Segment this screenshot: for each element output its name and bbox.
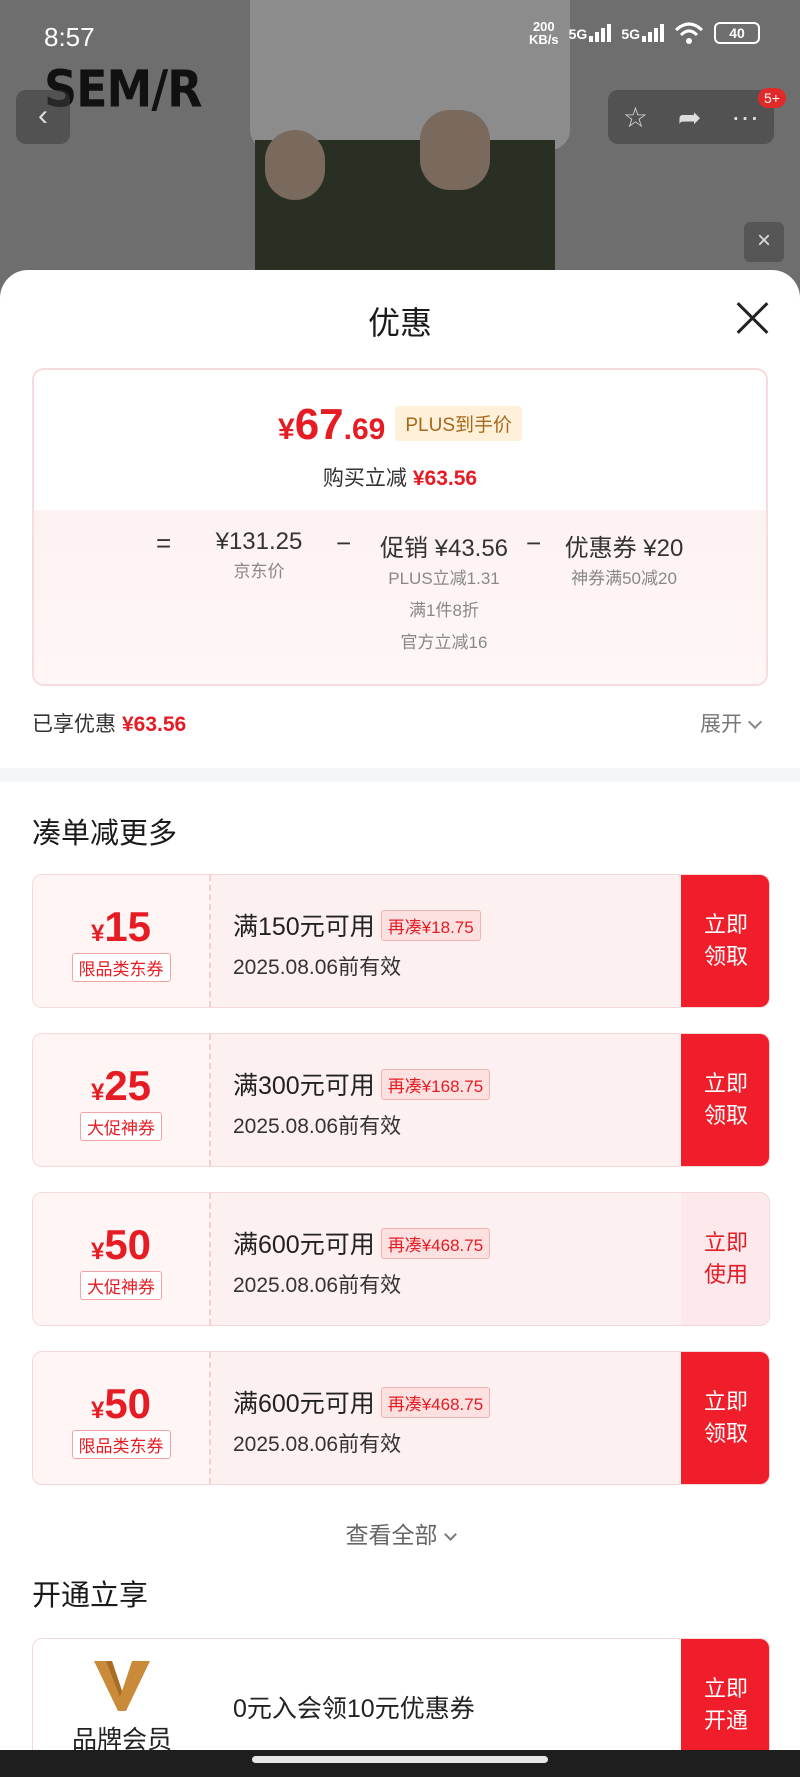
minus-sign: − [526, 528, 542, 558]
price-formula: = ¥131.25 京东价 − 促销 ¥43.56 PLUS立减1.31 满1件… [34, 528, 766, 678]
coupon-amount: ¥50 [90, 1380, 152, 1427]
final-price: ¥67.69 PLUS到手价 [34, 400, 766, 450]
chevron-down-icon [747, 714, 763, 730]
claim-coupon-button[interactable]: 立即 领取 [681, 875, 769, 1007]
system-nav-bar [0, 1750, 800, 1777]
coupon-type: 限品类东券 [71, 1430, 171, 1459]
coupon-extra-needed: 再凑¥168.75 [380, 1068, 491, 1100]
section-title-more: 凑单减更多 [32, 818, 178, 850]
jd-price: ¥131.25 京东价 [215, 528, 303, 581]
coupon-amount: ¥15 [90, 903, 152, 950]
status-time: 8:57 [44, 22, 95, 52]
product-image-hand [265, 130, 325, 200]
use-coupon-button[interactable]: 立即 使用 [681, 1193, 769, 1325]
sheet-title: 优惠 [367, 305, 432, 341]
close-icon[interactable] [734, 300, 770, 336]
plus-price-tag: PLUS到手价 [395, 406, 522, 441]
coupon-condition: 满600元可用 再凑¥468.75 [233, 1384, 491, 1420]
signal-icon: 5G [569, 24, 612, 42]
brand-member-label: 品牌会员 [71, 1726, 172, 1750]
coupon-type: 大促神券 [80, 1271, 162, 1300]
top-actions: ☆ ➦ ··· [608, 90, 774, 144]
brand-member-logo-icon [94, 1661, 150, 1711]
coupon-condition: 满300元可用 再凑¥168.75 [233, 1066, 491, 1102]
minus-sign: − [336, 528, 352, 558]
message-badge: 5+ [758, 88, 786, 108]
coupon-card: ¥15 限品类东券 满150元可用 再凑¥18.75 2025.08.06前有效 … [32, 874, 770, 1008]
product-image-hand [420, 110, 490, 190]
discount-sheet: 优惠 ¥67.69 PLUS到手价 购买立减 ¥63.56 = ¥131.25 京… [0, 270, 800, 1750]
more-icon[interactable]: ··· [731, 101, 759, 133]
promo-deduction: 促销 ¥43.56 PLUS立减1.31 满1件8折 官方立减16 [379, 535, 509, 652]
membership-card: 品牌会员 0元入会领10元优惠券 立即 开通 [32, 1638, 770, 1750]
status-indicators: 200 KB/s 5G 5G 40 [529, 20, 760, 46]
wifi-icon [674, 22, 704, 44]
coupon-type: 限品类东券 [71, 953, 171, 982]
chevron-left-icon: ‹ [38, 99, 48, 132]
section-title-membership: 开通立享 [32, 1580, 149, 1612]
home-gesture-handle[interactable] [252, 1756, 548, 1763]
share-icon[interactable]: ➦ [678, 101, 701, 134]
equals-sign: = [156, 528, 172, 558]
see-all-button[interactable]: 查看全部 [0, 1516, 800, 1550]
claim-coupon-button[interactable]: 立即 领取 [681, 1034, 769, 1166]
coupon-amount: ¥25 [90, 1062, 152, 1109]
network-speed: 200 KB/s [529, 19, 559, 47]
instant-discount: 购买立减 ¥63.56 [322, 467, 478, 490]
coupon-extra-needed: 再凑¥18.75 [380, 909, 481, 941]
back-button[interactable]: ‹ [16, 90, 70, 144]
enjoyed-discount: 已享优惠 ¥63.56 [32, 713, 187, 736]
coupon-validity: 2025.08.06前有效 [233, 1274, 402, 1297]
coupon-condition: 满150元可用 再凑¥18.75 [233, 907, 481, 943]
close-icon[interactable]: × [744, 222, 784, 262]
coupon-extra-needed: 再凑¥468.75 [380, 1227, 491, 1259]
expand-button[interactable]: 展开 [700, 708, 763, 738]
coupon-validity: 2025.08.06前有效 [233, 1433, 402, 1456]
coupon-type: 大促神券 [80, 1112, 162, 1141]
coupon-card: ¥25 大促神券 满300元可用 再凑¥168.75 2025.08.06前有效 … [32, 1033, 770, 1167]
membership-offer: 0元入会领10元优惠券 [233, 1695, 475, 1723]
coupon-card: ¥50 限品类东券 满600元可用 再凑¥468.75 2025.08.06前有效… [32, 1351, 770, 1485]
coupon-amount: ¥50 [90, 1221, 152, 1268]
status-bar: 8:57 200 KB/s 5G 5G 40 [0, 0, 800, 70]
chevron-down-icon [443, 1528, 457, 1541]
claim-coupon-button[interactable]: 立即 领取 [681, 1352, 769, 1484]
star-icon[interactable]: ☆ [623, 101, 648, 134]
coupon-deduction: 优惠券 ¥20 神券满50减20 [564, 535, 684, 588]
join-membership-button[interactable]: 立即 开通 [681, 1639, 769, 1750]
signal-icon: 5G [621, 24, 664, 42]
coupon-card: ¥50 大促神券 满600元可用 再凑¥468.75 2025.08.06前有效 … [32, 1192, 770, 1326]
coupon-condition: 满600元可用 再凑¥468.75 [233, 1225, 491, 1261]
coupon-validity: 2025.08.06前有效 [233, 956, 402, 979]
battery-icon: 40 [714, 22, 760, 44]
coupon-validity: 2025.08.06前有效 [233, 1115, 402, 1138]
price-summary-card: ¥67.69 PLUS到手价 购买立减 ¥63.56 = ¥131.25 京东价 … [32, 368, 768, 686]
coupon-extra-needed: 再凑¥468.75 [380, 1386, 491, 1418]
section-divider [0, 768, 800, 782]
